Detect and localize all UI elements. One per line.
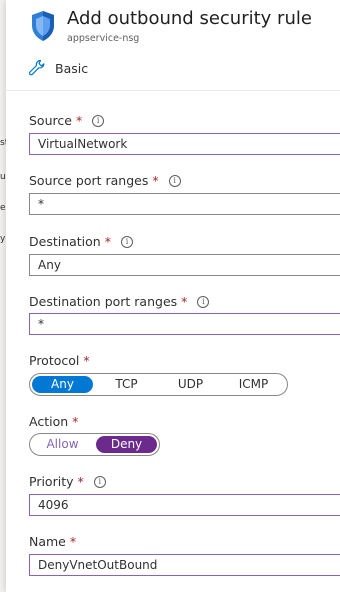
add-outbound-rule-panel: Add outbound security rule appservice-ns…: [6, 0, 340, 592]
required-marker: *: [83, 353, 90, 368]
action-option-allow[interactable]: Allow: [32, 436, 93, 453]
protocol-toggle-group: Any TCP UDP ICMP: [29, 373, 288, 396]
protocol-option-any[interactable]: Any: [32, 376, 93, 393]
source-label-text: Source: [29, 113, 72, 128]
panel-header: Add outbound security rule appservice-ns…: [6, 0, 340, 91]
required-marker: *: [72, 414, 79, 429]
required-marker: *: [152, 173, 159, 188]
action-label-text: Action: [29, 414, 69, 429]
tab-basic[interactable]: Basic: [28, 58, 88, 78]
info-icon[interactable]: i: [197, 295, 210, 308]
destination-label: Destination * i: [29, 234, 133, 249]
info-icon[interactable]: i: [120, 235, 133, 248]
action-toggle-group: Allow Deny: [29, 433, 160, 456]
destination-port-ranges-label: Destination port ranges * i: [29, 294, 210, 309]
name-input[interactable]: DenyVnetOutBound: [29, 554, 340, 576]
destination-port-ranges-input[interactable]: *: [29, 313, 340, 335]
destination-label-text: Destination: [29, 234, 101, 249]
source-select[interactable]: VirtualNetwork: [29, 133, 340, 155]
protocol-option-udp[interactable]: UDP: [160, 376, 221, 393]
source-label: Source * i: [29, 113, 105, 128]
destination-port-ranges-label-text: Destination port ranges: [29, 294, 178, 309]
name-label: Name *: [29, 534, 76, 549]
protocol-label: Protocol *: [29, 353, 90, 368]
protocol-label-text: Protocol: [29, 353, 80, 368]
action-option-deny[interactable]: Deny: [96, 436, 157, 453]
destination-select[interactable]: Any: [29, 254, 340, 276]
info-icon[interactable]: i: [168, 174, 181, 187]
source-port-ranges-label: Source port ranges * i: [29, 173, 181, 188]
required-marker: *: [181, 294, 188, 309]
priority-label: Priority * i: [29, 474, 106, 489]
priority-label-text: Priority: [29, 474, 74, 489]
required-marker: *: [75, 113, 83, 128]
page-title: Add outbound security rule: [67, 8, 312, 29]
page-subtitle: appservice-nsg: [67, 33, 140, 44]
action-label: Action *: [29, 414, 78, 429]
priority-input[interactable]: 4096: [29, 494, 340, 516]
source-port-ranges-label-text: Source port ranges: [29, 173, 149, 188]
wrench-icon: [28, 59, 45, 76]
name-label-text: Name: [29, 534, 66, 549]
tab-basic-label: Basic: [55, 60, 89, 76]
required-marker: *: [77, 474, 84, 489]
protocol-option-tcp[interactable]: TCP: [96, 376, 157, 393]
protocol-option-icmp[interactable]: ICMP: [223, 376, 284, 393]
shield-icon: [32, 11, 54, 41]
info-icon[interactable]: i: [92, 114, 105, 127]
source-port-ranges-input[interactable]: *: [29, 193, 340, 215]
info-icon[interactable]: i: [93, 475, 106, 488]
required-marker: *: [104, 234, 111, 249]
required-marker: *: [69, 534, 77, 549]
